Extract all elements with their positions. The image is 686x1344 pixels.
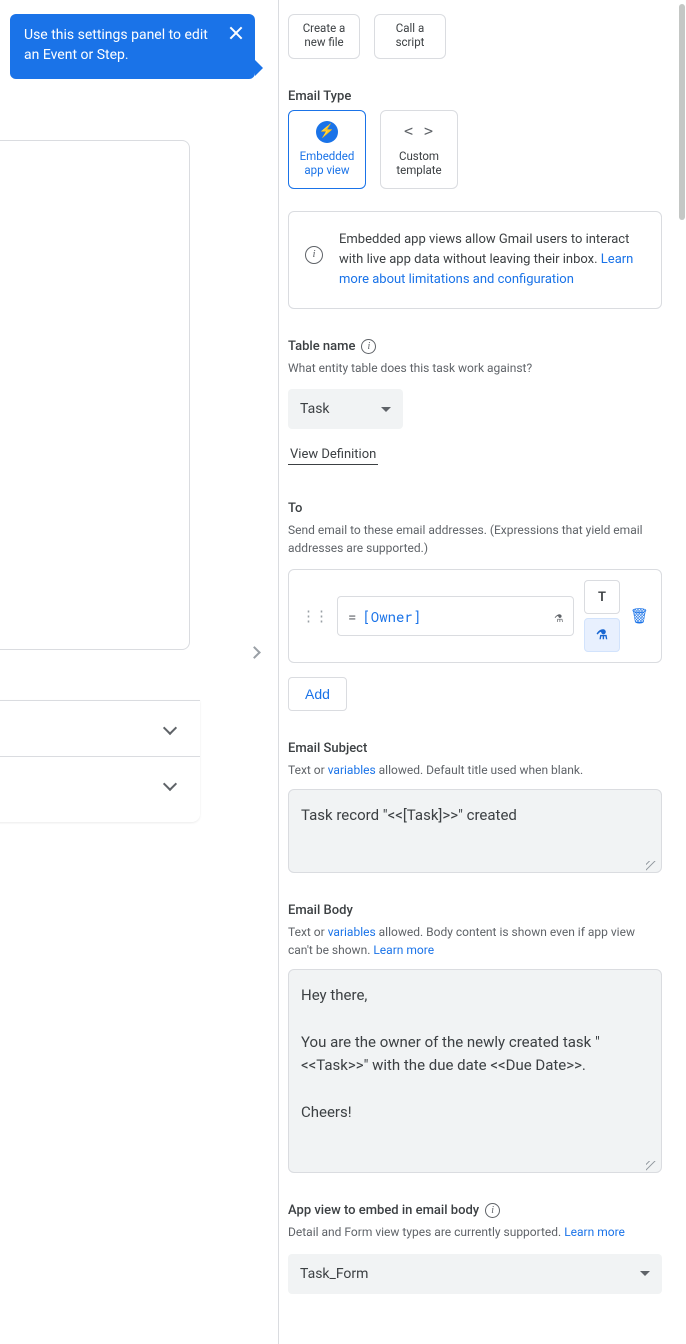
task-type-create-file[interactable]: Create a new file — [288, 14, 360, 59]
settings-panel: Create a new file Call a script Email Ty… — [288, 0, 666, 1294]
text-icon: T — [598, 590, 606, 605]
email-type-embedded[interactable]: ⚡ Embedded app view — [288, 110, 366, 189]
left-accordion-row[interactable] — [0, 700, 200, 756]
left-accordion — [0, 700, 200, 822]
email-body-label: Email Body — [288, 903, 662, 918]
resize-handle-icon[interactable] — [646, 861, 656, 871]
embed-view-label-text: App view to embed in email body — [288, 1203, 479, 1218]
add-recipient-button[interactable]: Add — [288, 677, 347, 711]
mode-formula-button[interactable]: ⚗ — [584, 618, 620, 652]
email-body-input[interactable] — [288, 969, 662, 1173]
table-name-select[interactable]: Task — [288, 389, 403, 429]
expr-equals: = — [348, 607, 356, 626]
flask-icon[interactable]: ⚗ — [555, 607, 563, 626]
tile-label: app view — [293, 163, 361, 177]
collapse-panel-handle[interactable] — [246, 642, 260, 668]
email-type-custom[interactable]: < > Custom template — [380, 110, 458, 189]
variables-link[interactable]: variables — [328, 763, 376, 777]
mode-text-button[interactable]: T — [584, 580, 620, 614]
caret-down-icon — [640, 1271, 650, 1276]
email-subject-input[interactable] — [288, 789, 662, 873]
table-name-helper: What entity table does this task work ag… — [288, 360, 662, 377]
embed-view-select[interactable]: Task_Form — [288, 1254, 662, 1294]
close-icon[interactable] — [225, 22, 247, 44]
flask-icon: ⚗ — [596, 628, 608, 643]
chevron-down-icon — [163, 777, 177, 791]
embed-view-helper: Detail and Form view types are currently… — [288, 1224, 662, 1241]
email-type-label: Email Type — [288, 89, 662, 104]
tile-label: Call a — [379, 21, 441, 35]
table-name-label-text: Table name — [288, 339, 355, 354]
tile-label: template — [385, 163, 453, 177]
bolt-icon: ⚡ — [316, 121, 338, 143]
email-subject-helper: Text or variables allowed. Default title… — [288, 762, 662, 779]
to-expression-input[interactable]: = [Owner] ⚗ — [337, 596, 574, 636]
chevron-down-icon — [163, 721, 177, 735]
tile-label: new file — [293, 35, 355, 49]
left-accordion-row[interactable] — [0, 756, 200, 812]
variables-link[interactable]: variables — [328, 925, 376, 939]
email-body-helper: Text or variables allowed. Body content … — [288, 924, 662, 959]
panel-divider — [278, 0, 279, 1344]
coach-tooltip-text: Use this settings panel to edit an Event… — [24, 27, 208, 63]
info-text: Embedded app views allow Gmail users to … — [339, 232, 629, 267]
to-expression-row: ⋮⋮ = [Owner] ⚗ T ⚗ 🗑 — [288, 569, 662, 663]
table-name-value: Task — [300, 401, 330, 417]
view-definition-link[interactable]: View Definition — [288, 447, 378, 465]
embed-view-label: App view to embed in email body i — [288, 1203, 662, 1218]
learn-more-link[interactable]: Learn more — [564, 1225, 625, 1239]
embedded-info-box: i Embedded app views allow Gmail users t… — [288, 211, 662, 309]
info-icon[interactable]: i — [485, 1203, 500, 1218]
table-name-label: Table name i — [288, 339, 662, 354]
tile-label: Create a — [293, 21, 355, 35]
to-helper: Send email to these email addresses. (Ex… — [288, 522, 662, 557]
caret-down-icon — [381, 407, 391, 412]
learn-more-link[interactable]: Learn more — [373, 943, 434, 957]
embed-view-value: Task_Form — [300, 1266, 368, 1282]
resize-handle-icon[interactable] — [646, 1161, 656, 1171]
scrollbar-thumb[interactable] — [679, 4, 685, 220]
info-icon: i — [305, 246, 323, 264]
tile-label: Embedded — [293, 149, 361, 163]
to-label: To — [288, 501, 662, 516]
coach-tooltip: Use this settings panel to edit an Event… — [10, 14, 255, 79]
tile-label: script — [379, 35, 441, 49]
left-card — [0, 140, 190, 650]
email-subject-label: Email Subject — [288, 741, 662, 756]
delete-icon[interactable]: 🗑 — [630, 607, 649, 625]
code-icon: < > — [404, 122, 434, 141]
info-icon[interactable]: i — [361, 339, 376, 354]
tile-label: Custom — [385, 149, 453, 163]
expr-value: [Owner] — [362, 607, 421, 626]
drag-handle-icon[interactable]: ⋮⋮ — [301, 612, 327, 621]
task-type-call-script[interactable]: Call a script — [374, 14, 446, 59]
